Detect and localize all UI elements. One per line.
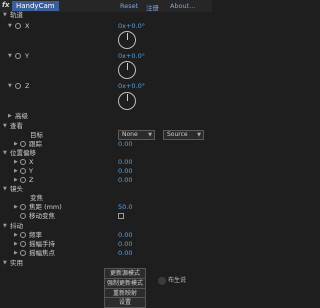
z-dial[interactable] [118,92,136,110]
x-dial[interactable] [118,31,136,49]
group-practical[interactable]: ▼ 实用 [0,258,212,268]
z-value[interactable]: 0x+0.0° [118,81,145,91]
watermark-logo-icon [158,276,166,285]
stopwatch-icon[interactable] [20,250,26,256]
prop-z: ▼ Z 0x+0.0° [0,81,212,91]
expand-triangle-icon[interactable]: ▼ [3,258,7,268]
stopwatch-icon[interactable] [20,213,26,219]
target-source-value: Source [167,131,188,138]
collapse-triangle-icon[interactable]: ▶ [14,248,18,258]
reset-link[interactable]: Reset [120,2,138,10]
stopwatch-icon[interactable] [20,204,26,210]
practical-label: 实用 [10,259,23,267]
stopwatch-icon[interactable] [20,159,26,165]
x-label: X [25,22,30,30]
about-link[interactable]: About... [170,2,195,10]
expand-triangle-icon[interactable]: ▼ [8,51,12,61]
group-advanced[interactable]: ▶ 高级 [0,111,212,121]
expand-triangle-icon[interactable]: ▼ [3,10,7,20]
prop-sway-point: ▶ 摇幅焦点 0.00 [0,248,212,258]
advanced-label: 高级 [15,112,28,120]
z-label: Z [25,82,30,90]
y-label: Y [25,52,29,60]
stopwatch-icon[interactable] [15,83,21,89]
x-value[interactable]: 0x+0.0° [118,21,145,31]
stopwatch-icon[interactable] [15,53,21,59]
effect-controls-panel: fx HandyCam Reset 注册 About... ▼ 轨道 ▼ X 0… [0,0,212,308]
track-label: 轨道 [10,11,23,19]
group-track[interactable]: ▼ 轨道 [0,10,212,20]
chevron-down-icon: ▼ [148,132,152,138]
settings-button[interactable]: 设置 [104,297,146,308]
dial-hand-icon [127,94,128,101]
move-zoom-checkbox[interactable] [118,213,124,219]
expand-triangle-icon[interactable]: ▼ [8,81,12,91]
expand-triangle-icon[interactable]: ▼ [8,21,12,31]
fx-toggle[interactable]: fx [2,1,10,9]
stopwatch-icon[interactable] [15,23,21,29]
prop-y: ▼ Y 0x+0.0° [0,51,212,61]
dial-hand-icon [127,63,128,70]
watermark: 布生说 [158,276,186,286]
collapse-triangle-icon[interactable]: ▶ [8,111,12,121]
y-dial[interactable] [118,61,136,79]
move-zoom-label: 移动变焦 [29,212,55,220]
y-value[interactable]: 0x+0.0° [118,51,145,61]
watermark-text: 布生说 [168,277,187,284]
stopwatch-icon[interactable] [20,241,26,247]
stopwatch-icon[interactable] [20,232,26,238]
prop-x: ▼ X 0x+0.0° [0,21,212,31]
target-layer-value: None [122,131,138,138]
stopwatch-icon[interactable] [20,177,26,183]
stopwatch-icon[interactable] [20,141,26,147]
chevron-down-icon: ▼ [197,132,201,138]
sway-point-label: 摇幅焦点 [29,249,55,257]
stopwatch-icon[interactable] [20,168,26,174]
sway-point-value[interactable]: 0.00 [118,248,132,258]
dial-hand-icon [127,33,128,40]
prop-move-zoom: 移动变焦 [0,211,212,221]
